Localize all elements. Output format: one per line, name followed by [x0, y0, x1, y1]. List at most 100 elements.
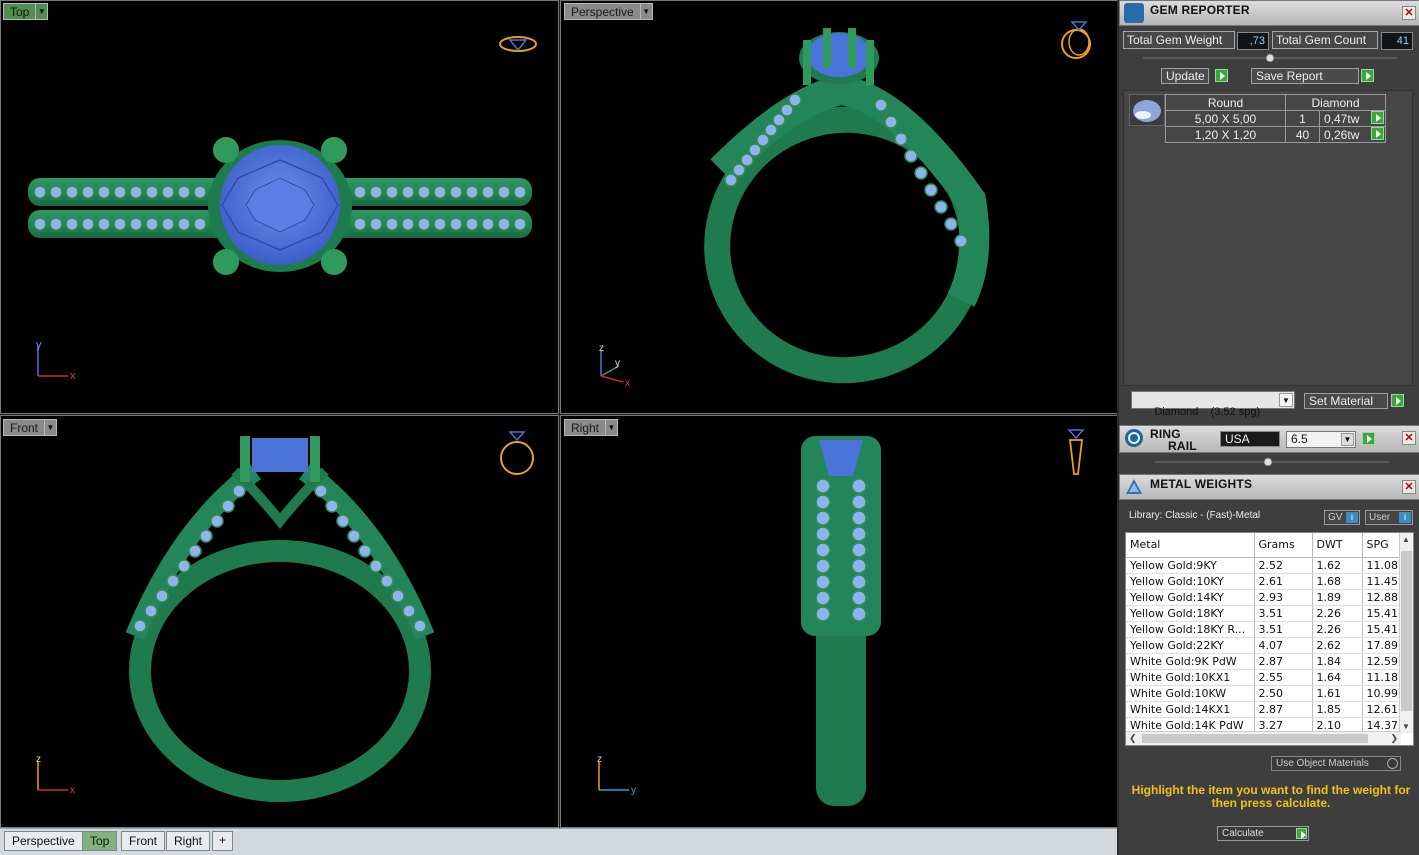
ring-rail-header: RING RAIL USA 6.5 ▼ ✕: [1119, 425, 1419, 453]
viewport-label-front[interactable]: Front ▼: [3, 419, 58, 436]
checkbox-icon[interactable]: [1387, 758, 1398, 769]
scroll-thumb[interactable]: [1142, 734, 1368, 743]
viewport-label-perspective[interactable]: Perspective ▼: [564, 3, 653, 20]
save-report-go-button[interactable]: [1361, 69, 1374, 82]
viewport-front[interactable]: z x Front ▼: [0, 416, 558, 827]
col-metal[interactable]: Metal: [1126, 533, 1255, 558]
metal-grams: 3.51: [1254, 621, 1313, 638]
close-icon[interactable]: ✕: [1402, 431, 1416, 445]
viewport-label-top[interactable]: Top ▼: [3, 3, 49, 20]
user-toggle[interactable]: User i: [1365, 510, 1413, 525]
chevron-down-icon[interactable]: ▼: [36, 3, 49, 20]
chevron-down-icon[interactable]: ▼: [606, 419, 619, 436]
gem-row[interactable]: 5,00 X 5,00 1 0,47tw: [1165, 110, 1386, 127]
tab-top[interactable]: Top: [82, 831, 118, 851]
metal-row[interactable]: Yellow Gold:9KY 2.52 1.62 11.08: [1126, 557, 1402, 574]
navcube-icon[interactable]: [1059, 14, 1097, 62]
horizontal-scrollbar[interactable]: ❮ ❯: [1126, 731, 1401, 745]
navcube-icon[interactable]: [495, 426, 539, 478]
set-material-go-button[interactable]: [1391, 394, 1404, 407]
chevron-down-icon[interactable]: ▼: [1341, 433, 1354, 446]
col-spg[interactable]: SPG: [1362, 533, 1402, 558]
metal-grams: 2.50: [1254, 685, 1313, 702]
ring-size-go-button[interactable]: [1362, 432, 1375, 445]
add-tab-icon[interactable]: +: [212, 831, 234, 851]
pave-stone: [815, 542, 831, 558]
viewport-tab-bar: Perspective Top Front Right +: [0, 828, 1117, 855]
tab-right[interactable]: Right: [166, 831, 211, 851]
panel-resize-handle[interactable]: [1155, 456, 1389, 466]
pave-stone: [732, 163, 746, 177]
close-icon[interactable]: ✕: [1402, 6, 1416, 20]
chevron-right-icon[interactable]: ❯: [1390, 733, 1398, 744]
pave-stone: [914, 166, 928, 180]
metal-row[interactable]: Yellow Gold:18KY R... 3.51 2.26 15.41: [1126, 621, 1402, 638]
update-button[interactable]: Update: [1161, 68, 1209, 84]
gem-row-go-button[interactable]: [1371, 127, 1384, 140]
user-label: User: [1369, 512, 1391, 523]
navcube-icon[interactable]: [1063, 426, 1089, 480]
ring-size-select[interactable]: 6.5 ▼: [1286, 431, 1356, 448]
gem-row-go-button[interactable]: [1371, 111, 1384, 124]
ring-standard-field[interactable]: USA: [1220, 431, 1280, 447]
chevron-down-icon[interactable]: ▼: [1279, 393, 1293, 407]
pave-stone: [129, 217, 143, 231]
pave-stone: [851, 478, 867, 494]
pave-stone: [232, 484, 246, 498]
chevron-down-icon[interactable]: ▼: [45, 419, 58, 436]
metal-spg: 12.88: [1362, 589, 1402, 606]
metal-dwt: 2.26: [1312, 621, 1363, 638]
viewport-perspective[interactable]: z y x Perspective ▼: [561, 0, 1117, 413]
tab-front[interactable]: Front: [121, 831, 166, 851]
svg-text:y: y: [615, 358, 620, 369]
metal-row[interactable]: Yellow Gold:22KY 4.07 2.62 17.89: [1126, 637, 1402, 654]
set-material-button[interactable]: Set Material: [1304, 393, 1388, 409]
material-select[interactable]: Diamond (3,52 spg) ▼: [1131, 391, 1295, 418]
metal-row[interactable]: White Gold:10KX1 2.55 1.64 11.18: [1126, 669, 1402, 686]
svg-text:x: x: [70, 785, 75, 796]
metal-row[interactable]: Yellow Gold:10KY 2.61 1.68 11.45: [1126, 573, 1402, 590]
vertical-scrollbar[interactable]: ▲ ▼: [1399, 533, 1413, 733]
calculate-button[interactable]: Calculate: [1217, 826, 1309, 841]
pave-stone: [358, 544, 372, 558]
calculate-hint: Highlight the item you want to find the …: [1131, 783, 1411, 810]
pave-stone: [815, 494, 831, 510]
metal-dwt: 1.85: [1312, 701, 1363, 718]
use-object-materials-checkbox[interactable]: Use Object Materials: [1271, 756, 1401, 771]
viewport-name: Front: [3, 419, 46, 436]
save-report-button[interactable]: Save Report: [1251, 68, 1359, 84]
chevron-left-icon[interactable]: ❮: [1129, 733, 1137, 744]
close-icon[interactable]: ✕: [1402, 480, 1416, 494]
metal-row[interactable]: White Gold:14KX1 2.87 1.85 12.61: [1126, 701, 1402, 718]
metal-weights-table[interactable]: Metal Grams DWT SPG Yellow Gold:9KY 2.52 1…: [1125, 532, 1414, 746]
metal-row[interactable]: White Gold:9K PdW 2.87 1.84 12.59: [1126, 653, 1402, 670]
viewport-top[interactable]: y x Top ▼: [0, 0, 558, 413]
pave-stone: [756, 133, 770, 147]
gv-toggle[interactable]: GV i: [1324, 510, 1360, 525]
pave-stone: [221, 499, 235, 513]
svg-text:z: z: [599, 343, 604, 354]
chevron-up-icon[interactable]: ▲: [1402, 535, 1410, 544]
pave-stone: [851, 494, 867, 510]
update-go-button[interactable]: [1215, 69, 1228, 82]
col-dwt[interactable]: DWT: [1312, 533, 1363, 558]
tab-perspective[interactable]: Perspective: [4, 831, 83, 851]
chevron-down-icon[interactable]: ▼: [640, 3, 653, 20]
metal-name: Yellow Gold:18KY R...: [1126, 621, 1255, 638]
metal-row[interactable]: White Gold:10KW 2.50 1.61 10.99: [1126, 685, 1402, 702]
axis-gizmo-xyz: z y x: [599, 343, 630, 388]
pave-stone: [433, 185, 447, 199]
metal-row[interactable]: Yellow Gold:14KY 2.93 1.89 12.88: [1126, 589, 1402, 606]
viewport-right[interactable]: z y Right ▼: [561, 416, 1117, 827]
panel-resize-handle[interactable]: [1143, 52, 1397, 62]
col-grams[interactable]: Grams: [1254, 533, 1313, 558]
scroll-thumb[interactable]: [1401, 551, 1412, 711]
viewport-label-right[interactable]: Right ▼: [564, 419, 619, 436]
chevron-down-icon[interactable]: ▼: [1402, 722, 1410, 731]
gem-row[interactable]: 1,20 X 1,20 40 0,26tw: [1165, 126, 1386, 143]
metal-spg: 15.41: [1362, 605, 1402, 622]
pave-stone: [934, 200, 948, 214]
metal-row[interactable]: Yellow Gold:18KY 3.51 2.26 15.41: [1126, 605, 1402, 622]
pave-stone: [369, 559, 383, 573]
navcube-icon[interactable]: [498, 32, 538, 56]
